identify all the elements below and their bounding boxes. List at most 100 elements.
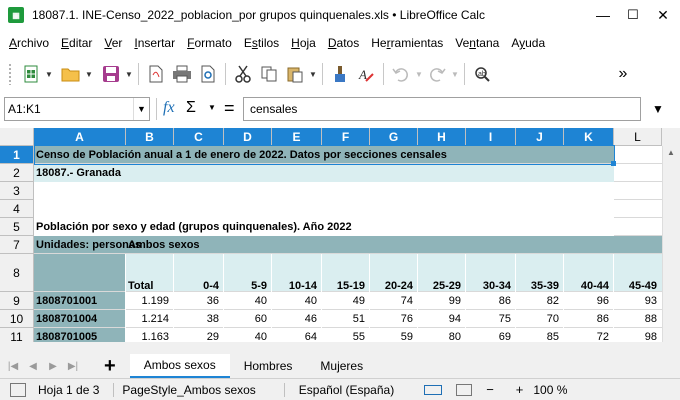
zoom-out-icon[interactable]: − xyxy=(486,382,494,397)
data-cell[interactable]: 86 xyxy=(564,310,611,328)
age-group-header[interactable]: 30-34 xyxy=(466,254,513,292)
age-group-header[interactable]: 10-14 xyxy=(272,254,319,292)
column-header-h[interactable]: H xyxy=(418,128,466,146)
data-cell[interactable]: 98 xyxy=(614,328,659,342)
column-header-f[interactable]: F xyxy=(322,128,370,146)
open-dropdown-icon[interactable]: ▼ xyxy=(84,61,94,87)
scroll-up-icon[interactable]: ▲ xyxy=(667,148,676,158)
data-cell[interactable]: 1.199 xyxy=(126,292,171,310)
formula-equals-icon[interactable]: = xyxy=(224,98,235,119)
data-cell[interactable]: 74 xyxy=(370,292,415,310)
row-header-4[interactable]: 4 xyxy=(0,200,34,218)
column-header-c[interactable]: C xyxy=(174,128,224,146)
data-cell[interactable]: 40 xyxy=(272,292,319,310)
data-cell[interactable]: 72 xyxy=(564,328,611,342)
section-code[interactable]: 1808701005 xyxy=(34,328,124,342)
data-cell[interactable]: 51 xyxy=(322,310,367,328)
sheet-grid[interactable]: ABCDEFGHIJKL 1 2 3 4 5 7 8 9 10 11 Censo de Poblac… xyxy=(0,128,680,342)
menu-hoja[interactable]: Hoja xyxy=(291,36,316,50)
paste-icon[interactable] xyxy=(282,61,308,87)
row-header-2[interactable]: 2 xyxy=(0,164,34,182)
close-button[interactable]: ✕ xyxy=(648,0,678,30)
select-all-corner[interactable] xyxy=(0,128,34,146)
menu-ver[interactable]: Ver xyxy=(104,36,122,50)
cut-icon[interactable] xyxy=(230,61,256,87)
column-header-g[interactable]: G xyxy=(370,128,418,146)
first-sheet-icon[interactable]: |◀ xyxy=(6,361,20,372)
zoom-in-icon[interactable]: + xyxy=(516,382,524,397)
menu-archivo[interactable]: Archivo xyxy=(9,36,49,50)
data-cell[interactable]: 69 xyxy=(466,328,513,342)
sheet-tab-ambos-sexos[interactable]: Ambos sexos xyxy=(129,354,230,378)
clone-formatting-icon[interactable] xyxy=(327,61,353,87)
age-group-header[interactable]: 35-39 xyxy=(516,254,561,292)
data-cell[interactable]: 82 xyxy=(516,292,561,310)
column-header-a[interactable]: A xyxy=(34,128,126,146)
data-cell[interactable]: 93 xyxy=(614,292,659,310)
function-wizard-icon[interactable]: fx xyxy=(163,99,175,117)
menu-ayuda[interactable]: Ayuda xyxy=(511,36,545,50)
row-header-10[interactable]: 10 xyxy=(0,310,34,328)
age-group-header[interactable]: 25-29 xyxy=(418,254,463,292)
menu-editar[interactable]: Editar xyxy=(61,36,92,50)
print-preview-icon[interactable] xyxy=(195,61,221,87)
cell-b7[interactable]: Ambos sexos xyxy=(126,236,326,254)
data-cell[interactable]: 55 xyxy=(322,328,367,342)
data-cell[interactable]: 99 xyxy=(418,292,463,310)
age-group-header[interactable]: Total xyxy=(126,254,171,292)
data-cell[interactable]: 75 xyxy=(466,310,513,328)
expand-formula-icon[interactable]: ▼ xyxy=(652,102,664,116)
column-header-k[interactable]: K xyxy=(564,128,614,146)
data-cell[interactable]: 80 xyxy=(418,328,463,342)
save-icon[interactable] xyxy=(98,61,124,87)
data-cell[interactable]: 85 xyxy=(516,328,561,342)
section-code[interactable]: 1808701001 xyxy=(34,292,124,310)
cell-a2[interactable]: 18087.- Granada xyxy=(34,164,334,182)
row-header-8[interactable]: 8 xyxy=(0,254,34,292)
copy-icon[interactable] xyxy=(256,61,282,87)
sigma-dropdown-icon[interactable]: ▼ xyxy=(208,103,216,112)
open-folder-icon[interactable] xyxy=(58,61,84,87)
data-cell[interactable]: 86 xyxy=(466,292,513,310)
redo-dropdown-icon[interactable]: ▼ xyxy=(450,61,460,87)
column-header-l[interactable]: L xyxy=(614,128,662,146)
age-group-header[interactable]: 45-49 xyxy=(614,254,659,292)
data-cell[interactable]: 88 xyxy=(614,310,659,328)
age-group-header[interactable]: 40-44 xyxy=(564,254,611,292)
toolbar-grip[interactable] xyxy=(8,63,12,85)
save-dropdown-icon[interactable]: ▼ xyxy=(124,61,134,87)
data-cell[interactable]: 38 xyxy=(174,310,221,328)
toolbar-more-button[interactable]: » xyxy=(610,61,636,87)
menu-insertar[interactable]: Insertar xyxy=(134,36,175,50)
new-dropdown-icon[interactable]: ▼ xyxy=(44,61,54,87)
sigma-icon[interactable]: Σ xyxy=(186,99,196,117)
name-box[interactable]: A1:K1 ▼ xyxy=(4,97,150,121)
row-header-3[interactable]: 3 xyxy=(0,182,34,200)
horizontal-scrollbar[interactable] xyxy=(0,342,680,354)
age-group-header[interactable]: 20-24 xyxy=(370,254,415,292)
column-header-b[interactable]: B xyxy=(126,128,174,146)
data-cell[interactable]: 40 xyxy=(224,328,269,342)
menu-herramientas[interactable]: Herramientas xyxy=(371,36,443,50)
age-group-header[interactable]: 0-4 xyxy=(174,254,221,292)
data-cell[interactable]: 76 xyxy=(370,310,415,328)
data-cell[interactable]: 70 xyxy=(516,310,561,328)
menu-formato[interactable]: Formato xyxy=(187,36,232,50)
minimize-button[interactable]: — xyxy=(588,0,618,30)
clear-formatting-icon[interactable]: A xyxy=(353,61,379,87)
data-cell[interactable]: 64 xyxy=(272,328,319,342)
menu-datos[interactable]: Datos xyxy=(328,36,359,50)
language[interactable]: Español (España) xyxy=(299,383,394,397)
data-cell[interactable]: 1.163 xyxy=(126,328,171,342)
age-group-header[interactable]: 5-9 xyxy=(224,254,269,292)
data-cell[interactable]: 36 xyxy=(174,292,221,310)
data-cell[interactable]: 49 xyxy=(322,292,367,310)
paste-dropdown-icon[interactable]: ▼ xyxy=(308,61,318,87)
row-header-9[interactable]: 9 xyxy=(0,292,34,310)
column-header-e[interactable]: E xyxy=(272,128,322,146)
sheet-tab-mujeres[interactable]: Mujeres xyxy=(306,354,377,378)
redo-icon[interactable] xyxy=(424,61,450,87)
data-cell[interactable]: 46 xyxy=(272,310,319,328)
zoom-level[interactable]: 100 % xyxy=(533,383,567,397)
export-pdf-icon[interactable] xyxy=(143,61,169,87)
